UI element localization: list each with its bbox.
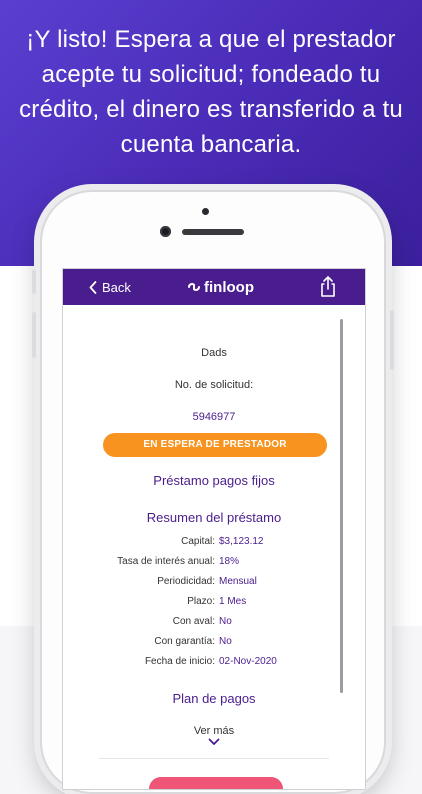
summary-title: Resumen del préstamo bbox=[146, 510, 282, 525]
detail-value: 02-Nov-2020 bbox=[219, 656, 277, 667]
share-icon bbox=[321, 276, 335, 297]
finloop-logo-icon bbox=[188, 283, 200, 291]
phone-camera bbox=[160, 226, 171, 237]
detail-value: $3,123.12 bbox=[219, 536, 264, 547]
share-button[interactable] bbox=[317, 275, 339, 299]
nav-bar: Back finloop bbox=[63, 269, 365, 305]
see-more-label: Ver más bbox=[193, 725, 235, 737]
plan-title: Plan de pagos bbox=[172, 691, 256, 706]
phone-earpiece bbox=[182, 229, 244, 235]
detail-value: No bbox=[219, 616, 232, 627]
application-number: 5946977 bbox=[192, 411, 236, 423]
detail-value: Mensual bbox=[219, 576, 257, 587]
back-label: Back bbox=[102, 279, 131, 295]
product-title: Préstamo pagos fijos bbox=[153, 473, 275, 488]
detail-label: Con aval: bbox=[172, 616, 215, 627]
application-label: No. de solicitud: bbox=[174, 379, 254, 391]
app-screen: Back finloop Dads No. de solicitud: 5946… bbox=[62, 268, 366, 790]
chevron-left-icon bbox=[89, 280, 97, 294]
chevron-down-icon bbox=[208, 738, 220, 745]
detail-label: Periodicidad: bbox=[157, 576, 215, 587]
see-more-button[interactable]: Ver más bbox=[63, 725, 365, 746]
back-button[interactable]: Back bbox=[89, 269, 131, 305]
detail-value: 1 Mes bbox=[219, 596, 247, 607]
hero-caption: ¡Y listo! Espera a que el prestador acep… bbox=[19, 26, 403, 158]
status-badge: EN ESPERA DE PRESTADOR bbox=[103, 433, 327, 457]
section-divider bbox=[99, 758, 329, 759]
scrollbar[interactable] bbox=[340, 319, 343, 693]
phone-power-button bbox=[390, 310, 394, 370]
phone-mockup: Back finloop Dads No. de solicitud: 5946… bbox=[32, 190, 394, 794]
borrower-name: Dads bbox=[201, 347, 227, 359]
phone-volume-button bbox=[32, 312, 36, 358]
logo-text: finloop bbox=[204, 278, 254, 296]
finloop-logo: finloop bbox=[187, 269, 254, 305]
action-button[interactable] bbox=[149, 777, 283, 789]
detail-label: Tasa de interés anual: bbox=[117, 556, 215, 567]
phone-mute-switch bbox=[32, 270, 36, 294]
detail-value: 18% bbox=[219, 556, 240, 567]
phone-sensor bbox=[202, 208, 209, 215]
detail-label: Fecha de inicio: bbox=[144, 656, 215, 667]
loan-detail-content: Dads No. de solicitud: 5946977 EN ESPERA… bbox=[63, 305, 365, 789]
detail-label: Plazo: bbox=[187, 596, 215, 607]
detail-label: Capital: bbox=[181, 536, 215, 547]
detail-value: No bbox=[219, 636, 232, 647]
detail-label: Con garantía: bbox=[154, 636, 215, 647]
